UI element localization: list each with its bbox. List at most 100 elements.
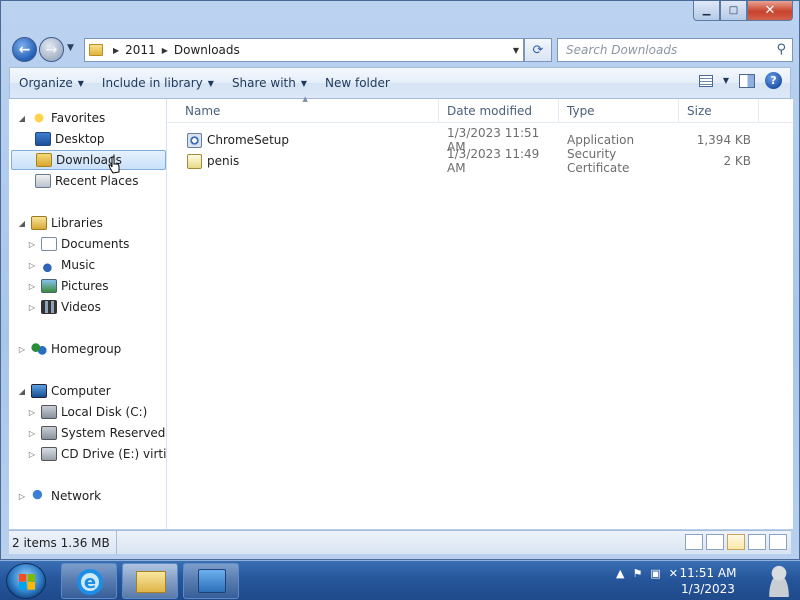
column-type-header[interactable]: Type <box>559 99 679 123</box>
collapsed-arrow-icon[interactable]: ▷ <box>17 345 27 354</box>
sidebar-item-documents[interactable]: ▷ Documents <box>27 234 129 254</box>
documents-icon <box>41 237 57 251</box>
share-with-button[interactable]: Share with ▼ <box>223 68 316 98</box>
preview-icon[interactable] <box>706 534 724 550</box>
tree-network[interactable]: ▷ Network <box>17 486 101 506</box>
collapsed-arrow-icon[interactable]: ▷ <box>27 240 37 249</box>
large-icons-view-icon[interactable] <box>727 534 745 550</box>
sidebar-item-desktop[interactable]: Desktop <box>31 129 105 149</box>
sidebar-item-music[interactable]: ▷ Music <box>27 255 95 275</box>
start-button[interactable] <box>6 563 46 599</box>
new-folder-button[interactable]: New folder <box>316 68 399 98</box>
tree-label: Recent Places <box>55 174 139 188</box>
tree-computer[interactable]: ◢ Computer <box>17 381 111 401</box>
expanded-arrow-icon[interactable]: ◢ <box>17 219 27 228</box>
control-panel-icon <box>198 569 226 593</box>
status-summary: 2 items 1.36 MB <box>9 531 117 554</box>
tree-libraries[interactable]: ◢ Libraries <box>17 213 103 233</box>
taskbar-internet-explorer[interactable]: e <box>61 563 117 599</box>
address-dropdown-icon[interactable]: ▼ <box>513 46 519 55</box>
tree-label: Documents <box>61 237 130 251</box>
file-type: Application <box>567 133 635 147</box>
tree-label: Computer <box>51 384 111 398</box>
sidebar-item-system-reserved[interactable]: ▷ System Reserved (D: <box>27 423 166 443</box>
new-folder-label: New folder <box>325 76 390 90</box>
include-in-library-label: Include in library <box>101 76 203 90</box>
breadcrumb-downloads[interactable]: Downloads <box>174 43 240 57</box>
refresh-button[interactable]: ⟳ <box>524 38 552 62</box>
address-bar[interactable]: ▶ 2011 ▶ Downloads ▼ <box>84 38 524 62</box>
show-hidden-icons-icon[interactable]: ▲ <box>616 567 624 580</box>
change-view-icon[interactable] <box>698 74 713 87</box>
tree-label: CD Drive (E:) virtio-v <box>61 447 167 461</box>
homegroup-icon <box>31 342 47 356</box>
taskbar-windows-explorer[interactable] <box>122 563 178 599</box>
user-account-icon[interactable] <box>764 563 794 597</box>
organize-label: Organize <box>19 76 73 90</box>
include-in-library-button[interactable]: Include in library ▼ <box>93 68 223 98</box>
column-size-header[interactable]: Size <box>679 99 759 123</box>
search-icon[interactable]: ⚲ <box>776 42 786 57</box>
breadcrumb-2011[interactable]: 2011 <box>125 43 156 57</box>
pane-icon[interactable] <box>748 534 766 550</box>
details-view-icon[interactable] <box>685 534 703 550</box>
volume-muted-icon[interactable]: ✕ <box>669 567 678 580</box>
expanded-arrow-icon[interactable]: ◢ <box>17 114 27 123</box>
collapsed-arrow-icon[interactable]: ▷ <box>27 408 37 417</box>
clock[interactable]: 11:51 AM 1/3/2023 <box>678 565 738 597</box>
collapsed-arrow-icon[interactable]: ▷ <box>17 492 27 501</box>
breadcrumb-separator-icon[interactable]: ▶ <box>162 46 168 55</box>
sidebar-item-videos[interactable]: ▷ Videos <box>27 297 101 317</box>
minimize-button[interactable]: ▁ <box>693 1 720 21</box>
back-button[interactable]: ← <box>12 37 37 62</box>
close-button[interactable]: ✕ <box>747 1 793 21</box>
collapsed-arrow-icon[interactable]: ▷ <box>27 261 37 270</box>
collapsed-arrow-icon[interactable]: ▷ <box>27 282 37 291</box>
column-date-header[interactable]: Date modified <box>439 99 559 123</box>
table-row[interactable]: penis 1/3/2023 11:49 AM Security Certifi… <box>167 147 793 175</box>
tree-homegroup[interactable]: ▷ Homegroup <box>17 339 121 359</box>
sidebar-item-pictures[interactable]: ▷ Pictures <box>27 276 109 296</box>
collapsed-arrow-icon[interactable]: ▷ <box>27 450 37 459</box>
tree-label: Desktop <box>55 132 105 146</box>
tree-label: Libraries <box>51 216 103 230</box>
breadcrumb-separator-icon[interactable]: ▶ <box>113 46 119 55</box>
tree-label: Pictures <box>61 279 109 293</box>
search-input[interactable]: Search Downloads ⚲ <box>557 38 793 62</box>
sidebar-item-downloads[interactable]: Downloads <box>11 150 166 170</box>
drive-icon <box>41 426 57 440</box>
column-name-header[interactable]: ▲ Name <box>167 95 439 123</box>
expanded-arrow-icon[interactable]: ◢ <box>17 387 27 396</box>
chevron-down-icon: ▼ <box>77 78 84 88</box>
network-status-icon[interactable]: ▣ <box>650 567 660 580</box>
chevron-down-icon: ▼ <box>207 78 214 88</box>
view-options-dropdown-icon[interactable]: ▼ <box>723 76 729 85</box>
tree-label: Network <box>51 489 102 503</box>
action-center-flag-icon[interactable]: ⚑ <box>633 567 643 580</box>
tree-label: Videos <box>61 300 101 314</box>
forward-button[interactable]: → <box>39 37 64 62</box>
tree-favorites[interactable]: ◢ Favorites <box>17 108 105 128</box>
taskbar-control-panel[interactable] <box>183 563 239 599</box>
collapsed-arrow-icon[interactable]: ▷ <box>27 303 37 312</box>
organize-button[interactable]: Organize ▼ <box>10 68 93 98</box>
favorites-star-icon <box>31 111 47 125</box>
maximize-button[interactable]: □ <box>720 1 747 21</box>
clock-time: 11:51 AM <box>679 566 737 580</box>
sidebar-item-local-disk[interactable]: ▷ Local Disk (C:) <box>27 402 147 422</box>
recent-pages-dropdown[interactable]: ▼ <box>67 43 74 53</box>
column-name-label: Name <box>185 104 221 118</box>
search-placeholder: Search Downloads <box>566 43 678 57</box>
help-icon[interactable]: ? <box>765 72 782 89</box>
command-bar: Organize ▼ Include in library ▼ Share with… <box>9 67 791 99</box>
tiles-view-icon[interactable] <box>769 534 787 550</box>
sidebar-item-cd-drive[interactable]: ▷ CD Drive (E:) virtio-v <box>27 444 167 464</box>
preview-pane-icon[interactable] <box>739 73 755 88</box>
hard-disk-icon <box>41 405 57 419</box>
windows-logo-icon <box>19 574 35 590</box>
libraries-icon <box>31 216 47 230</box>
caption-buttons: ▁ □ ✕ <box>693 1 793 21</box>
status-bar: 2 items 1.36 MB <box>9 530 791 554</box>
collapsed-arrow-icon[interactable]: ▷ <box>27 429 37 438</box>
sidebar-item-recent-places[interactable]: Recent Places <box>31 171 138 191</box>
